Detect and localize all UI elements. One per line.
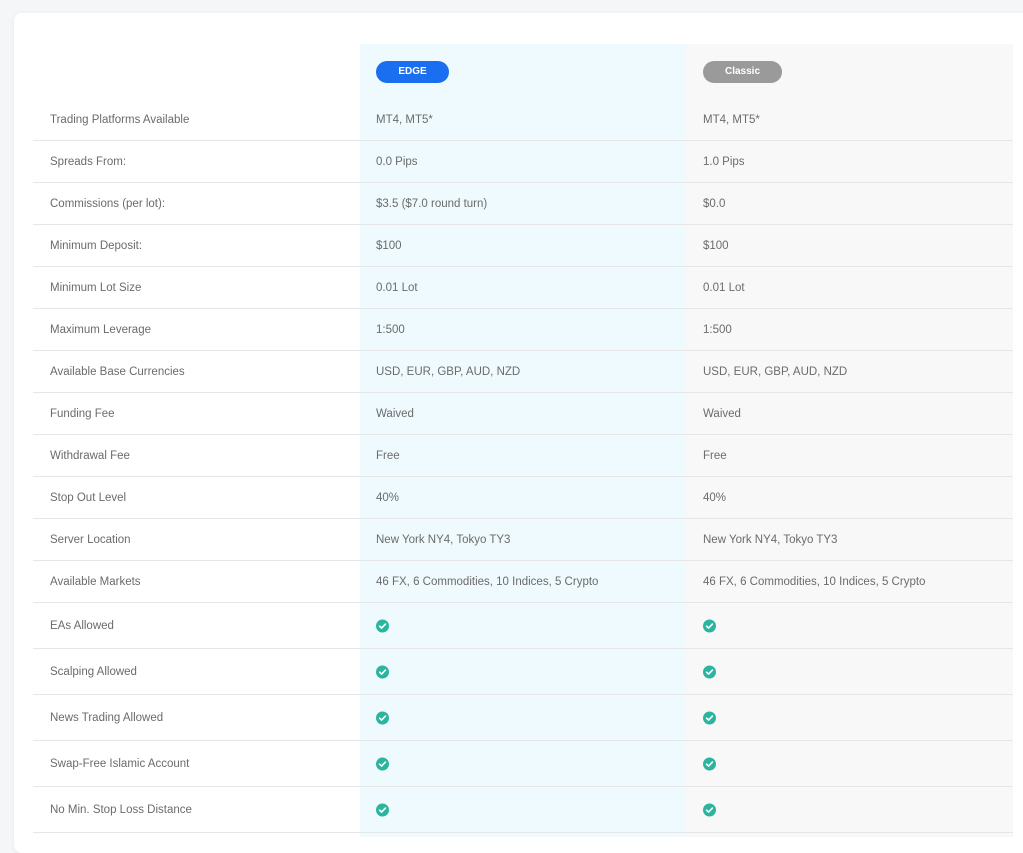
edge-value: 0.0 Pips — [376, 155, 418, 168]
classic-value: Free — [703, 449, 727, 462]
edge-value: USD, EUR, GBP, AUD, NZD — [376, 365, 521, 378]
table-row: EAs Allowed — [33, 603, 1013, 649]
row-label: Funding Fee — [50, 407, 115, 420]
edge-value: 46 FX, 6 Commodities, 10 Indices, 5 Cryp… — [376, 575, 599, 588]
check-circle-icon — [376, 803, 389, 816]
edge-value: Free — [376, 449, 400, 462]
row-label: Swap-Free Islamic Account — [50, 757, 190, 770]
row-label: Commissions (per lot): — [50, 197, 166, 210]
table-row: Spreads From: 0.0 Pips 1.0 Pips — [33, 141, 1013, 183]
row-label: Withdrawal Fee — [50, 449, 130, 462]
edge-value: 1:500 — [376, 323, 405, 336]
edge-value: New York NY4, Tokyo TY3 — [376, 533, 511, 546]
check-circle-icon — [703, 803, 716, 816]
table-row: News Trading Allowed — [33, 695, 1013, 741]
table-row: Available Base Currencies USD, EUR, GBP,… — [33, 351, 1013, 393]
row-label: News Trading Allowed — [50, 711, 164, 724]
edge-value: MT4, MT5* — [376, 113, 433, 126]
table-row: Swap-Free Islamic Account — [33, 741, 1013, 787]
row-label: Server Location — [50, 533, 131, 546]
table-row: Trading Platforms Available MT4, MT5* MT… — [33, 99, 1013, 141]
edge-value: Waived — [376, 407, 414, 420]
table-row: Minimum Deposit: $100 $100 — [33, 225, 1013, 267]
check-circle-icon — [703, 619, 716, 632]
classic-plan-button[interactable]: Classic — [703, 61, 782, 83]
classic-value: 46 FX, 6 Commodities, 10 Indices, 5 Cryp… — [703, 575, 926, 588]
row-label: Available Base Currencies — [50, 365, 185, 378]
row-label: Stop Out Level — [50, 491, 127, 504]
check-circle-icon — [703, 757, 716, 770]
classic-value: USD, EUR, GBP, AUD, NZD — [703, 365, 848, 378]
classic-value: MT4, MT5* — [703, 113, 760, 126]
row-label: Available Markets — [50, 575, 141, 588]
edge-value: 40% — [376, 491, 400, 504]
check-circle-icon — [376, 619, 389, 632]
check-circle-icon — [703, 665, 716, 678]
classic-value: 1.0 Pips — [703, 155, 745, 168]
check-circle-icon — [703, 711, 716, 724]
row-label: Minimum Deposit: — [50, 239, 143, 252]
classic-value: 40% — [703, 491, 727, 504]
table-row: Server Location New York NY4, Tokyo TY3 … — [33, 519, 1013, 561]
row-label: No Min. Stop Loss Distance — [50, 803, 192, 816]
table-row: Scalping Allowed — [33, 649, 1013, 695]
row-label: Scalping Allowed — [50, 665, 137, 678]
edge-plan-button[interactable]: EDGE — [376, 61, 449, 83]
table-row: Maximum Leverage 1:500 1:500 — [33, 309, 1013, 351]
comparison-table: Trading Platforms Available MT4, MT5* MT… — [0, 99, 1023, 833]
check-circle-icon — [376, 665, 389, 678]
table-row: Commissions (per lot): $3.5 ($7.0 round … — [33, 183, 1013, 225]
edge-value: 0.01 Lot — [376, 281, 418, 294]
row-label: Trading Platforms Available — [50, 113, 190, 126]
row-label: Maximum Leverage — [50, 323, 151, 336]
classic-value: 0.01 Lot — [703, 281, 745, 294]
row-label: Spreads From: — [50, 155, 127, 168]
check-circle-icon — [376, 711, 389, 724]
table-row: Withdrawal Fee Free Free — [33, 435, 1013, 477]
table-row: Available Markets 46 FX, 6 Commodities, … — [33, 561, 1013, 603]
edge-value: $100 — [376, 239, 402, 252]
classic-value: New York NY4, Tokyo TY3 — [703, 533, 838, 546]
edge-value: $3.5 ($7.0 round turn) — [376, 197, 488, 210]
row-label: EAs Allowed — [50, 619, 114, 632]
table-row: Stop Out Level 40% 40% — [33, 477, 1013, 519]
table-row: Minimum Lot Size 0.01 Lot 0.01 Lot — [33, 267, 1013, 309]
classic-value: $0.0 — [703, 197, 726, 210]
classic-value: 1:500 — [703, 323, 732, 336]
check-circle-icon — [376, 757, 389, 770]
table-row: No Min. Stop Loss Distance — [33, 787, 1013, 833]
classic-value: $100 — [703, 239, 729, 252]
row-label: Minimum Lot Size — [50, 281, 142, 294]
plan-header: EDGE Classic — [0, 44, 1023, 99]
table-row: Funding Fee Waived Waived — [33, 393, 1013, 435]
classic-value: Waived — [703, 407, 741, 420]
